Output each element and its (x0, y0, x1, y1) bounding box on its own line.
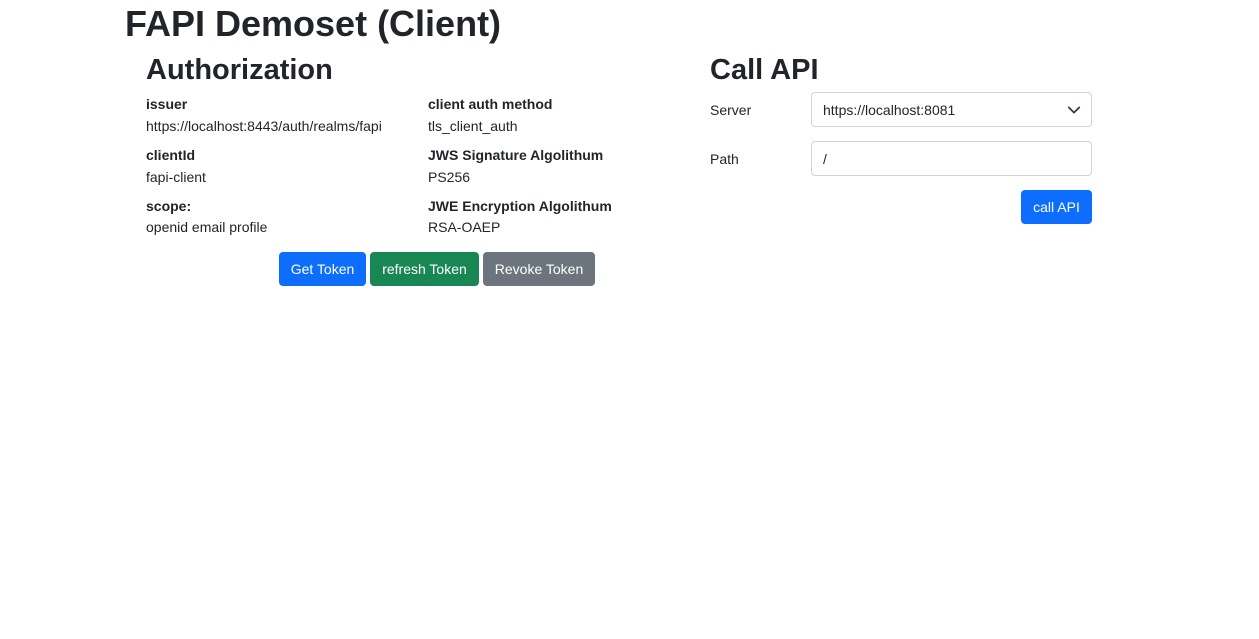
get-token-button[interactable]: Get Token (279, 252, 366, 286)
authorization-title: Authorization (146, 54, 333, 86)
server-select[interactable]: https://localhost:8081 (811, 92, 1092, 127)
jwe-encryption-label: JWE Encryption Algolithum (428, 198, 612, 214)
client-id-value: fapi-client (146, 169, 206, 185)
client-auth-method-label: client auth method (428, 96, 553, 112)
chevron-down-icon (1067, 106, 1081, 114)
path-input[interactable] (811, 141, 1092, 176)
scope-value: openid email profile (146, 219, 268, 235)
path-label: Path (710, 151, 739, 167)
client-id-label: clientId (146, 147, 196, 163)
jwe-encryption-value: RSA-OAEP (428, 219, 501, 235)
server-label: Server (710, 102, 752, 118)
call-api-title: Call API (710, 54, 819, 86)
client-auth-method-value: tls_client_auth (428, 118, 518, 134)
page-title: FAPI Demoset (Client) (125, 3, 502, 44)
jws-signature-label: JWS Signature Algolithum (428, 147, 604, 163)
scope-label: scope: (146, 198, 192, 214)
server-select-value: https://localhost:8081 (823, 102, 956, 118)
issuer-value: https://localhost:8443/auth/realms/fapi (146, 118, 382, 134)
revoke-token-button[interactable]: Revoke Token (483, 252, 595, 286)
refresh-token-button[interactable]: refresh Token (370, 252, 479, 286)
jws-signature-value: PS256 (428, 169, 471, 185)
call-api-button[interactable]: call API (1021, 190, 1092, 224)
page: FAPI Demoset (Client) Authorization issu… (0, 0, 1259, 639)
issuer-label: issuer (146, 96, 188, 112)
